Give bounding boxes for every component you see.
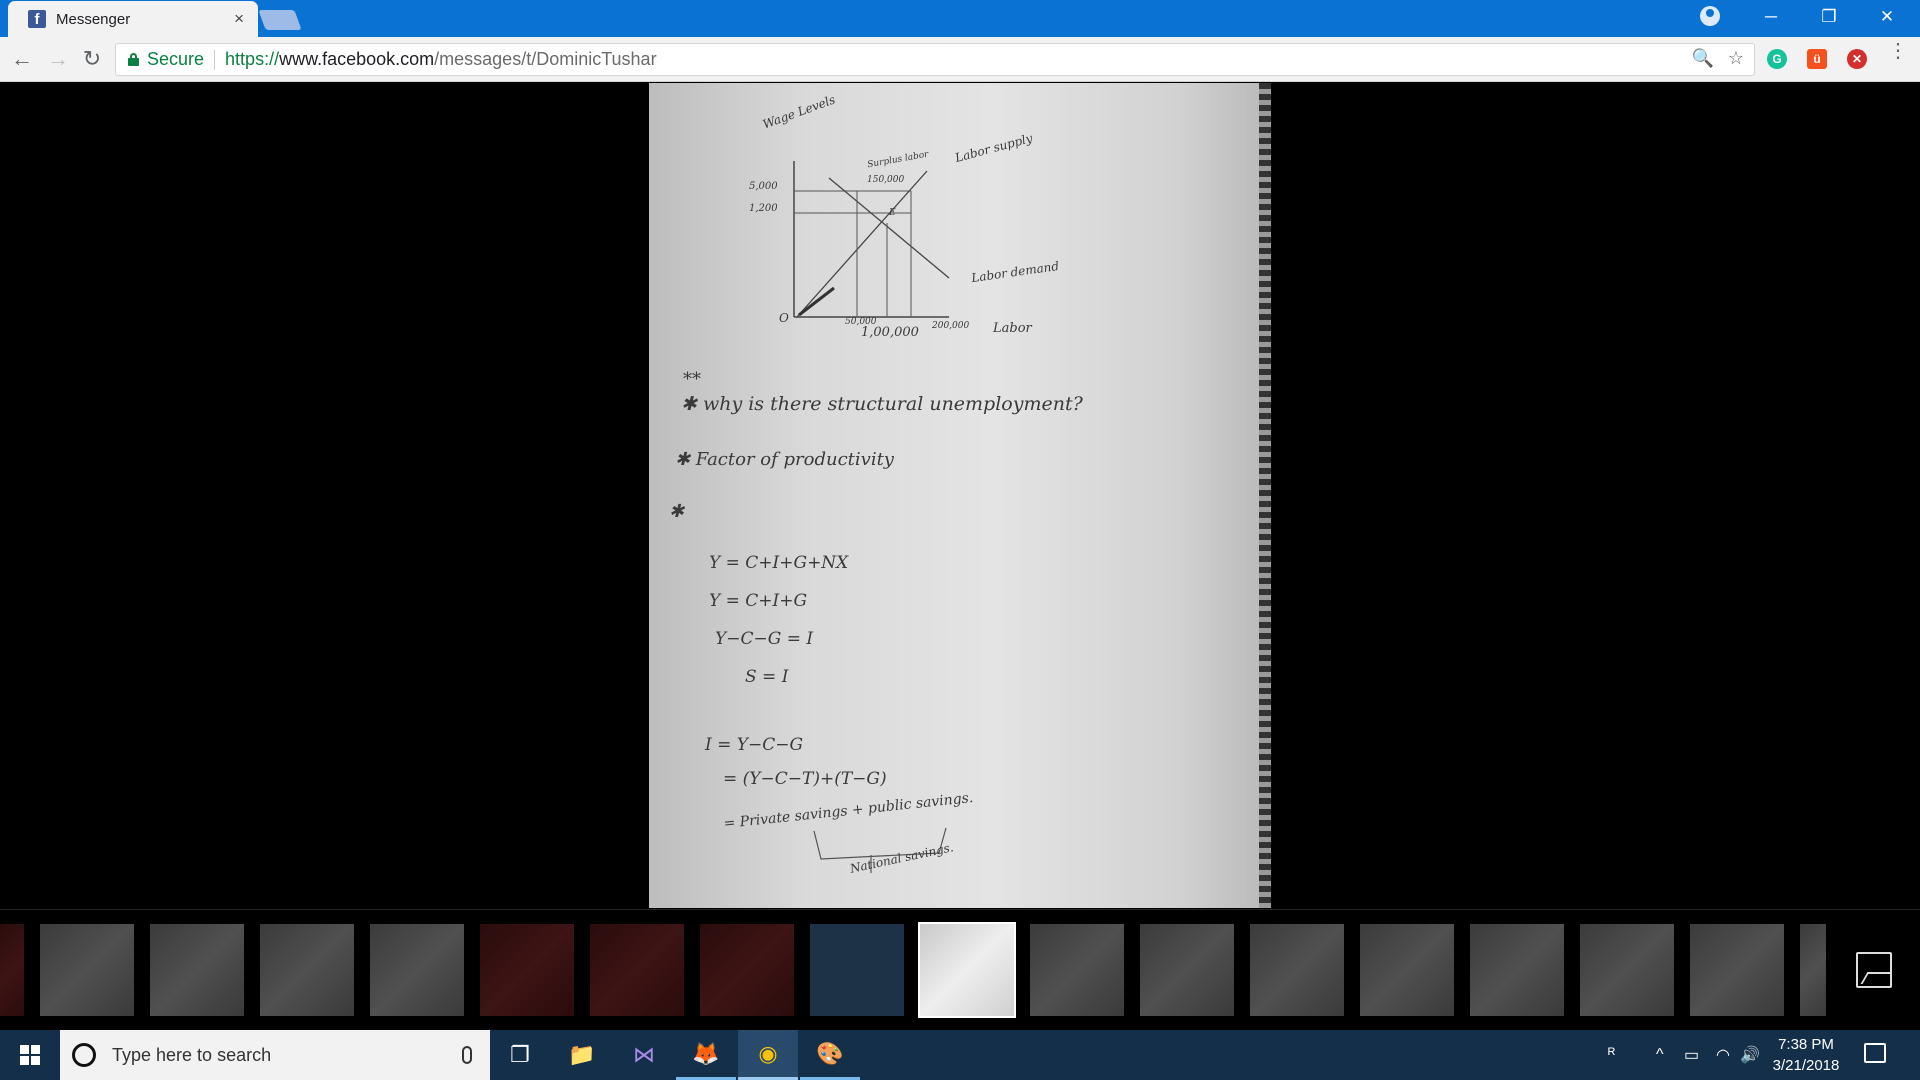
volume-icon[interactable]: 🔊: [1740, 1030, 1760, 1080]
visual-studio-icon[interactable]: ⋈: [614, 1030, 674, 1080]
lock-icon: [128, 53, 139, 66]
note-asterisk: ✱: [669, 501, 685, 522]
start-button[interactable]: [0, 1030, 60, 1080]
y-tick-low: 1,200: [749, 203, 778, 214]
thumbnail[interactable]: [1470, 924, 1564, 1016]
paint-icon[interactable]: 🎨: [800, 1030, 860, 1080]
note-stars: **: [683, 369, 701, 390]
supply-shading: [798, 286, 835, 317]
eq-6: = (Y−C−T)+(T−G): [723, 769, 887, 789]
battery-icon[interactable]: ▭: [1684, 1030, 1699, 1080]
zoom-icon[interactable]: 🔍: [1691, 48, 1713, 69]
thumbnail[interactable]: [590, 924, 684, 1016]
note-productivity: ✱ Factor of productivity: [675, 449, 894, 470]
clock-date: 3/21/2018: [1772, 1057, 1840, 1074]
clock-time: 7:38 PM: [1778, 1036, 1834, 1053]
thumbnail[interactable]: [918, 922, 1016, 1018]
close-window-button[interactable]: ✕: [1858, 0, 1916, 34]
wifi-icon[interactable]: ◠: [1716, 1030, 1730, 1080]
chrome-menu-icon[interactable]: ⋮: [1888, 41, 1908, 61]
thumbnail[interactable]: [40, 924, 134, 1016]
browser-titlebar: f Messenger × ─ ❐ ✕: [0, 0, 1920, 37]
eq-1: Y = C+I+G+NX: [709, 553, 849, 573]
url-path: /messages/t/DominicTushar: [434, 49, 657, 69]
search-placeholder: Type here to search: [112, 1044, 272, 1065]
thumbnail[interactable]: [370, 924, 464, 1016]
origin-label: O: [779, 311, 789, 325]
tab-close-icon[interactable]: ×: [234, 9, 244, 29]
taskbar-search-box[interactable]: Type here to search: [60, 1030, 490, 1080]
thumbnail[interactable]: [810, 924, 904, 1016]
tab-messenger[interactable]: f Messenger ×: [8, 1, 258, 37]
x-axis-label: Labor: [993, 321, 1032, 336]
windows-taskbar: Type here to search ❐ 📁 ⋈ 🦊 ◉ 🎨 ᴿ ^ ▭ ◠ …: [0, 1030, 1920, 1080]
url-protocol: https://: [225, 49, 280, 69]
omnibox-divider: [214, 49, 216, 70]
thumbnail[interactable]: [1030, 924, 1124, 1016]
eq-2: Y = C+I+G: [709, 591, 808, 611]
restore-button[interactable]: ❐: [1800, 0, 1858, 34]
address-bar[interactable]: Secure https://www.facebook.com/messages…: [115, 43, 1755, 76]
bookmark-star-icon[interactable]: ☆: [1728, 48, 1744, 69]
thumbnail[interactable]: [1140, 924, 1234, 1016]
forward-button[interactable]: →: [44, 45, 72, 73]
y-tick-high: 5,000: [749, 181, 778, 192]
thumbnail[interactable]: [1250, 924, 1344, 1016]
url-host: www.facebook.com: [279, 49, 435, 69]
thumbnail[interactable]: [1360, 924, 1454, 1016]
x-tick-3: 200,000: [932, 321, 970, 331]
equilibrium-label: E: [889, 208, 896, 218]
secure-label: Secure: [147, 49, 205, 69]
tray-chevron-icon[interactable]: ^: [1656, 1030, 1664, 1080]
profile-icon[interactable]: [1700, 6, 1720, 26]
eq-5: I = Y−C−G: [705, 735, 804, 755]
task-view-icon[interactable]: ❐: [490, 1030, 550, 1080]
windows-logo-icon: [20, 1045, 40, 1065]
blocker-icon[interactable]: ✕: [1847, 49, 1867, 69]
tab-title: Messenger: [56, 10, 131, 28]
eq-4: S = I: [745, 667, 789, 687]
surplus-value: 150,000: [867, 175, 905, 185]
chrome-icon[interactable]: ◉: [738, 1030, 798, 1080]
thumbnail[interactable]: [0, 924, 24, 1016]
thumbnail[interactable]: [480, 924, 574, 1016]
gallery-icon[interactable]: [1856, 952, 1892, 988]
eq-3: Y−C−G = I: [715, 629, 814, 649]
thumbnail[interactable]: [1800, 924, 1826, 1016]
people-icon[interactable]: ᴿ: [1608, 1030, 1615, 1080]
adblock-icon[interactable]: ü: [1807, 49, 1827, 69]
grammarly-icon[interactable]: G: [1767, 49, 1787, 69]
cortana-icon: [72, 1043, 96, 1067]
thumbnail-strip: [0, 909, 1920, 1028]
firefox-icon[interactable]: 🦊: [676, 1030, 736, 1080]
thumbnail[interactable]: [260, 924, 354, 1016]
thumbnail[interactable]: [700, 924, 794, 1016]
photo-viewer: Wage Levels 5,000 1,200 O 50,000 1,00,00…: [0, 83, 1920, 909]
back-button[interactable]: ←: [8, 45, 36, 73]
notebook-photo: Wage Levels 5,000 1,200 O 50,000 1,00,00…: [649, 83, 1271, 908]
file-explorer-icon[interactable]: 📁: [552, 1030, 612, 1080]
reload-button[interactable]: ↻: [78, 45, 106, 73]
taskbar-clock[interactable]: 7:38 PM 3/21/2018: [1760, 1034, 1852, 1076]
note-question: ✱ why is there structural unemployment?: [681, 393, 1083, 415]
new-tab-button[interactable]: [258, 10, 302, 30]
action-center-icon[interactable]: [1864, 1043, 1886, 1063]
thumbnail[interactable]: [1690, 924, 1784, 1016]
facebook-icon: f: [28, 10, 46, 28]
x-tick-2: 1,00,000: [861, 325, 919, 340]
browser-toolbar: ← → ↻ Secure https://www.facebook.com/me…: [0, 37, 1920, 82]
microphone-icon[interactable]: [462, 1046, 472, 1064]
thumbnail[interactable]: [1580, 924, 1674, 1016]
thumbnail[interactable]: [150, 924, 244, 1016]
minimize-button[interactable]: ─: [1742, 0, 1800, 34]
labor-demand-curve: [828, 177, 950, 279]
